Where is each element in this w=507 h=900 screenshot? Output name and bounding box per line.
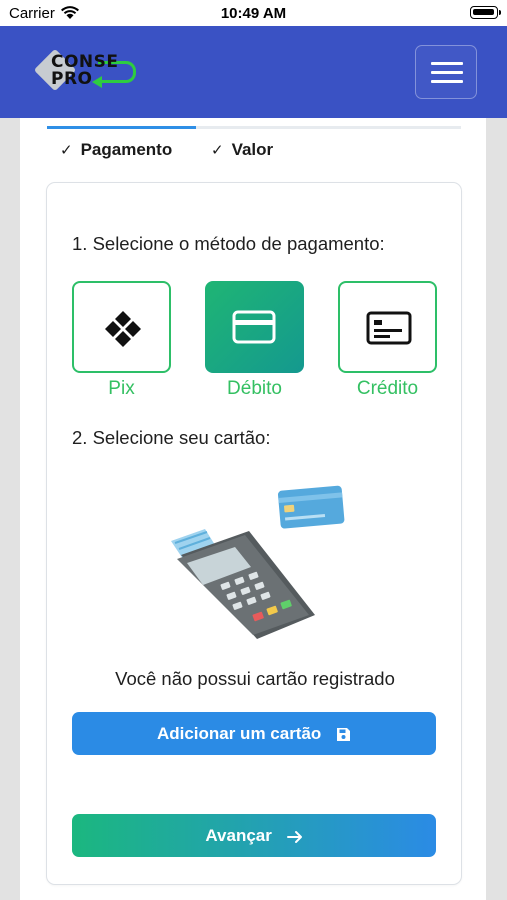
step-progress-fill xyxy=(47,126,197,129)
main-panel: ✓ Pagamento ✓ Valor 1. Selecione o método … xyxy=(20,118,486,900)
hamburger-icon xyxy=(431,62,463,65)
method-pix[interactable] xyxy=(72,281,171,373)
logo-arrow-head xyxy=(92,76,102,88)
conse-pro-logo[interactable]: CONSE PRO xyxy=(33,48,140,95)
method-credito-label: Crédito xyxy=(356,378,419,399)
payment-card: 1. Selecione o método de pagamento: Pix … xyxy=(46,182,462,885)
pix-icon xyxy=(105,311,141,347)
add-card-label: Adicionar um cartão xyxy=(156,724,322,743)
step-progress xyxy=(47,126,461,129)
next-button[interactable]: Avançar xyxy=(72,814,436,857)
method-credito[interactable] xyxy=(338,281,437,373)
arrow-right-icon xyxy=(286,830,302,843)
payment-method-title: 1. Selecione o método de pagamento: xyxy=(72,233,385,254)
menu-button[interactable] xyxy=(415,45,477,99)
battery-icon xyxy=(470,6,501,19)
card-machine-illustration xyxy=(171,485,345,639)
step-label: Valor xyxy=(231,140,274,159)
step-valor[interactable]: ✓ Valor xyxy=(211,140,273,160)
add-card-button[interactable]: Adicionar um cartão xyxy=(72,712,436,755)
status-bar: Carrier 10:49 AM xyxy=(0,0,507,26)
method-debito[interactable] xyxy=(205,281,304,373)
app-header: CONSE PRO xyxy=(0,26,507,118)
check-icon: ✓ xyxy=(60,142,73,159)
credit-card-icon xyxy=(366,311,412,345)
clock: 10:49 AM xyxy=(220,5,287,22)
step-label: Pagamento xyxy=(80,140,173,159)
check-icon: ✓ xyxy=(211,142,224,159)
method-pix-label: Pix xyxy=(108,378,135,399)
method-debito-label: Débito xyxy=(227,378,282,399)
debit-card-icon xyxy=(232,310,276,344)
hamburger-icon-bar xyxy=(431,71,463,74)
step-pagamento[interactable]: ✓ Pagamento xyxy=(60,140,172,160)
logo-text-bottom: PRO xyxy=(51,69,93,89)
next-label: Avançar xyxy=(205,826,272,845)
save-icon xyxy=(337,728,351,742)
no-card-message: Você não possui cartão registrado xyxy=(115,668,395,689)
select-card-title: 2. Selecione seu cartão: xyxy=(72,427,271,448)
hamburger-icon-bar xyxy=(431,80,463,83)
